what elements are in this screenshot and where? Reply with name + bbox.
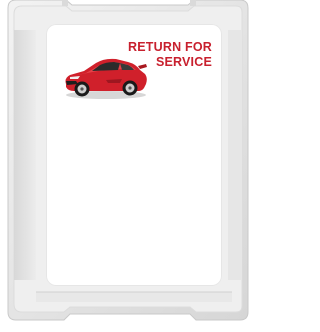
return-for-service-tag: RETURN FOR SERVICE [0, 0, 256, 332]
tag-card: RETURN FOR SERVICE [46, 24, 222, 286]
tag-title-line-1: RETURN FOR [128, 40, 212, 54]
red-sports-car-icon [65, 58, 147, 99]
